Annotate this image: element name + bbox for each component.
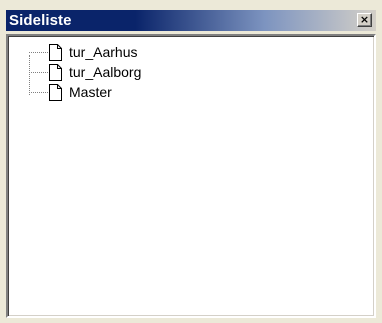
close-icon: ×	[359, 13, 370, 26]
tree-item-label: tur_Aalborg	[69, 64, 142, 80]
tree-item[interactable]: tur_Aarhus	[29, 44, 229, 62]
sideliste-panel: Sideliste × tur_Aarhus tur_Aalborg Maste…	[0, 0, 382, 323]
document-icon	[49, 44, 62, 61]
tree-item[interactable]: Master	[29, 84, 229, 102]
panel-titlebar[interactable]: Sideliste ×	[6, 10, 376, 31]
document-icon	[49, 84, 62, 101]
tree-branch-line	[29, 72, 48, 73]
document-icon	[49, 64, 62, 81]
tree-item[interactable]: tur_Aalborg	[29, 64, 229, 82]
page-tree[interactable]: tur_Aarhus tur_Aalborg Master	[6, 34, 376, 318]
close-button[interactable]: ×	[357, 13, 372, 27]
tree-branch-line	[29, 52, 48, 53]
tree-item-label: tur_Aarhus	[69, 44, 138, 60]
tree-branch-line	[29, 92, 48, 93]
panel-title: Sideliste	[9, 12, 72, 29]
tree-item-label: Master	[69, 84, 112, 100]
